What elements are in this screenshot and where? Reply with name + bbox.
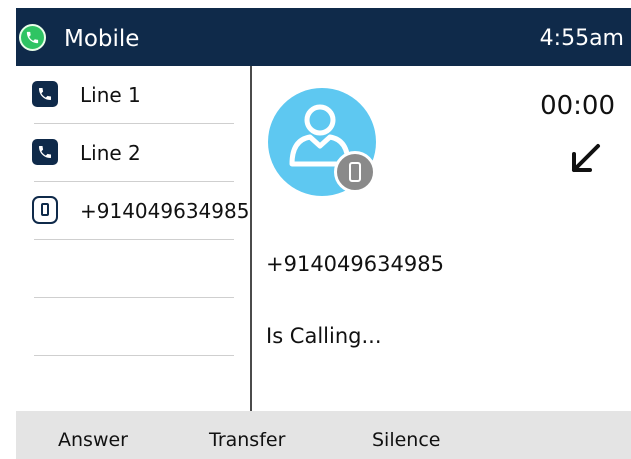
line-item-1[interactable]: Line 1 (16, 66, 250, 124)
clock-time: 4:55am (539, 26, 624, 51)
line-list: Line 1 Line 2 +914049634985 (16, 66, 250, 411)
phone-icon (32, 139, 58, 165)
phone-app-icon (19, 24, 46, 51)
screen-title: Mobile (64, 26, 140, 52)
mobile-phone-icon (32, 196, 58, 224)
call-timer: 00:00 (540, 91, 615, 121)
line-label: +914049634985 (80, 199, 250, 223)
line-label: Line 2 (80, 141, 141, 165)
caller-number: +914049634985 (266, 252, 444, 276)
header-bar: Mobile 4:55am (16, 8, 631, 66)
phone-icon (32, 81, 58, 107)
divider (34, 239, 234, 240)
softkey-bar: Answer Transfer Silence (16, 411, 631, 459)
line-label: Line 1 (80, 83, 141, 107)
silence-button[interactable]: Silence (372, 428, 441, 452)
incoming-call-arrow-icon (572, 144, 600, 172)
line-item-mobile[interactable]: +914049634985 (16, 182, 250, 240)
transfer-button[interactable]: Transfer (209, 428, 285, 452)
divider (34, 297, 234, 298)
answer-button[interactable]: Answer (58, 428, 128, 452)
call-status: Is Calling... (266, 324, 382, 348)
line-item-2[interactable]: Line 2 (16, 124, 250, 182)
divider (34, 355, 234, 356)
mobile-badge-icon (334, 151, 376, 193)
phone-screen: Mobile 4:55am Line 1 Line 2 +91404963498… (16, 8, 631, 459)
panel-divider (250, 66, 252, 411)
